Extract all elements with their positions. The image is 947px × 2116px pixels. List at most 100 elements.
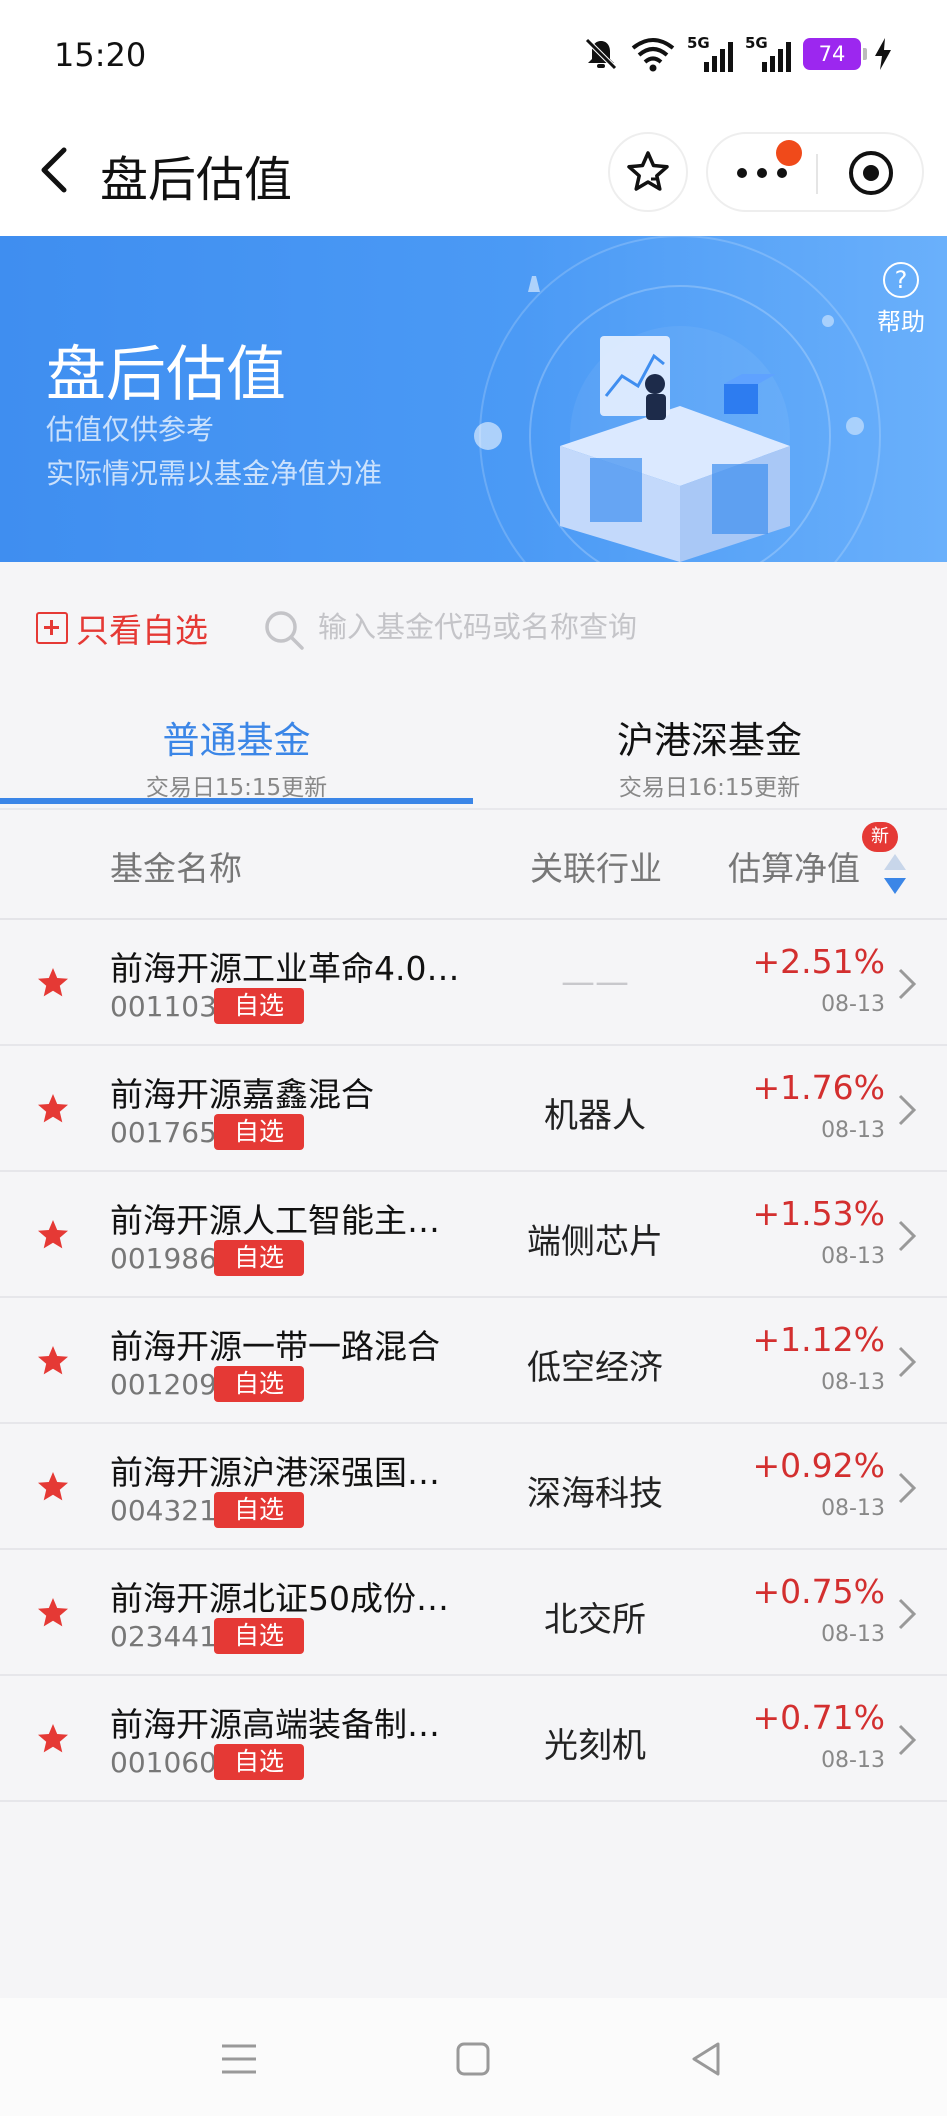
fund-search-input[interactable] bbox=[318, 602, 878, 652]
chevron-right-icon bbox=[898, 1346, 917, 1378]
chevron-right-icon bbox=[898, 1220, 917, 1252]
only-favorites-label: 只看自选 bbox=[76, 611, 208, 650]
fund-name: 前海开源嘉鑫混合 bbox=[110, 1075, 374, 1114]
filter-search-row: 只看自选 bbox=[0, 562, 947, 692]
fund-industry: 光刻机 bbox=[544, 1726, 646, 1766]
fund-date: 08-13 bbox=[821, 1622, 885, 1647]
close-mini-program-button[interactable] bbox=[818, 134, 924, 212]
status-time: 15:20 bbox=[54, 36, 147, 74]
new-badge: 新 bbox=[862, 822, 898, 852]
notification-dot bbox=[776, 140, 802, 166]
system-nav-bar bbox=[0, 1998, 947, 2116]
fund-list: 前海开源工业革命4.0… 001103 自选 —— +2.51% 08-13 前… bbox=[0, 920, 947, 1802]
tab-update-time: 交易日16:15更新 bbox=[618, 775, 801, 801]
table-header: 基金名称 关联行业 估算净值 新 bbox=[0, 810, 947, 920]
banner-title: 盘后估值 bbox=[46, 340, 286, 410]
star-filled-icon[interactable] bbox=[36, 1092, 70, 1126]
page-title: 盘后估值 bbox=[100, 152, 293, 208]
fund-change: +1.53% bbox=[752, 1194, 885, 1233]
fund-code: 001060 bbox=[110, 1746, 217, 1779]
star-outline-icon bbox=[627, 151, 669, 191]
fund-name: 前海开源人工智能主… bbox=[110, 1201, 440, 1240]
table-row[interactable]: 前海开源沪港深强国… 004321 自选 深海科技 +0.92% 08-13 bbox=[0, 1424, 947, 1550]
chevron-right-icon bbox=[898, 1472, 917, 1504]
star-filled-icon[interactable] bbox=[36, 1470, 70, 1504]
fund-code: 001103 bbox=[110, 990, 217, 1023]
table-row[interactable]: 前海开源人工智能主… 001986 自选 端侧芯片 +1.53% 08-13 bbox=[0, 1172, 947, 1298]
fund-change: +0.92% bbox=[752, 1446, 885, 1485]
plus-square-icon bbox=[36, 612, 68, 644]
fund-type-tabs: 普通基金 交易日15:15更新 沪港深基金 交易日16:15更新 bbox=[0, 692, 947, 810]
fund-industry: 端侧芯片 bbox=[527, 1222, 663, 1262]
table-row[interactable]: 前海开源嘉鑫混合 001765 自选 机器人 +1.76% 08-13 bbox=[0, 1046, 947, 1172]
chevron-left-icon bbox=[41, 147, 67, 193]
fund-code: 001209 bbox=[110, 1368, 217, 1401]
battery-indicator: 74 bbox=[803, 38, 867, 70]
fund-name: 前海开源高端装备制… bbox=[110, 1705, 440, 1744]
fund-change: +2.51% bbox=[752, 942, 885, 981]
fund-change: +0.71% bbox=[752, 1698, 885, 1737]
star-filled-icon[interactable] bbox=[36, 966, 70, 1000]
status-icons: 5G 5G 74 bbox=[583, 34, 893, 74]
back-triangle-icon[interactable] bbox=[682, 2034, 732, 2084]
column-estimated-nav[interactable]: 估算净值 bbox=[728, 842, 860, 890]
banner-subtitle-2: 实际情况需以基金净值为准 bbox=[46, 457, 383, 490]
favorite-badge: 自选 bbox=[214, 1114, 304, 1150]
table-row[interactable]: 前海开源北证50成份… 023441 自选 北交所 +0.75% 08-13 bbox=[0, 1550, 947, 1676]
favorite-badge: 自选 bbox=[214, 1366, 304, 1402]
help-icon: ? bbox=[883, 262, 919, 298]
favorite-badge: 自选 bbox=[214, 1618, 304, 1654]
mini-program-capsule bbox=[706, 132, 924, 212]
home-square-icon[interactable] bbox=[448, 2034, 498, 2084]
fund-date: 08-13 bbox=[821, 1370, 885, 1395]
signal-5g-icon-2: 5G bbox=[745, 34, 791, 74]
status-bar: 15:20 5G 5G 74 bbox=[0, 0, 947, 112]
fund-industry: 低空经济 bbox=[527, 1348, 663, 1388]
banner-subtitle-1: 估值仅供参考 bbox=[46, 413, 215, 446]
chevron-right-icon bbox=[898, 1094, 917, 1126]
table-row[interactable]: 前海开源一带一路混合 001209 自选 低空经济 +1.12% 08-13 bbox=[0, 1298, 947, 1424]
fund-date: 08-13 bbox=[821, 992, 885, 1017]
chevron-right-icon bbox=[898, 1598, 917, 1630]
search-icon bbox=[265, 611, 304, 650]
back-button[interactable] bbox=[28, 140, 88, 200]
fund-name: 前海开源一带一路混合 bbox=[110, 1327, 440, 1366]
tab-ordinary-funds[interactable]: 普通基金 交易日15:15更新 bbox=[0, 710, 473, 802]
fund-industry: —— bbox=[561, 962, 629, 1002]
fund-change: +1.76% bbox=[752, 1068, 885, 1107]
help-button[interactable]: ? 帮助 bbox=[866, 262, 936, 337]
fund-code: 001986 bbox=[110, 1242, 217, 1275]
tab-hk-sh-sz-funds[interactable]: 沪港深基金 交易日16:15更新 bbox=[473, 710, 946, 802]
fund-name: 前海开源工业革命4.0… bbox=[110, 949, 460, 988]
banner: 盘后估值 估值仅供参考 实际情况需以基金净值为准 ? 帮助 bbox=[0, 236, 947, 562]
sort-icon[interactable] bbox=[882, 852, 908, 896]
charging-bolt-icon bbox=[875, 38, 891, 70]
fund-industry: 深海科技 bbox=[527, 1474, 663, 1514]
favorite-page-button[interactable] bbox=[608, 132, 688, 212]
more-button[interactable] bbox=[708, 134, 816, 212]
tab-label: 沪港深基金 bbox=[617, 719, 802, 762]
table-row[interactable]: 前海开源工业革命4.0… 001103 自选 —— +2.51% 08-13 bbox=[0, 920, 947, 1046]
table-row[interactable]: 前海开源高端装备制… 001060 自选 光刻机 +0.71% 08-13 bbox=[0, 1676, 947, 1802]
active-tab-indicator bbox=[0, 798, 473, 804]
menu-icon[interactable] bbox=[214, 2034, 264, 2084]
fund-code: 004321 bbox=[110, 1494, 217, 1527]
star-filled-icon[interactable] bbox=[36, 1344, 70, 1378]
fund-industry: 机器人 bbox=[544, 1096, 646, 1136]
fund-code: 001765 bbox=[110, 1116, 217, 1149]
more-dots-icon bbox=[737, 168, 787, 178]
fund-date: 08-13 bbox=[821, 1118, 885, 1143]
star-filled-icon[interactable] bbox=[36, 1722, 70, 1756]
tab-update-time: 交易日15:15更新 bbox=[145, 775, 328, 801]
fund-date: 08-13 bbox=[821, 1748, 885, 1773]
fund-code: 023441 bbox=[110, 1620, 217, 1653]
mute-bell-icon bbox=[585, 38, 617, 70]
only-favorites-toggle[interactable]: 只看自选 bbox=[36, 604, 208, 652]
star-filled-icon[interactable] bbox=[36, 1596, 70, 1630]
chevron-right-icon bbox=[898, 968, 917, 1000]
column-industry: 关联行业 bbox=[530, 849, 662, 888]
star-filled-icon[interactable] bbox=[36, 1218, 70, 1252]
fund-date: 08-13 bbox=[821, 1496, 885, 1521]
column-fund-name: 基金名称 bbox=[110, 849, 242, 888]
target-circle-icon bbox=[849, 151, 893, 195]
